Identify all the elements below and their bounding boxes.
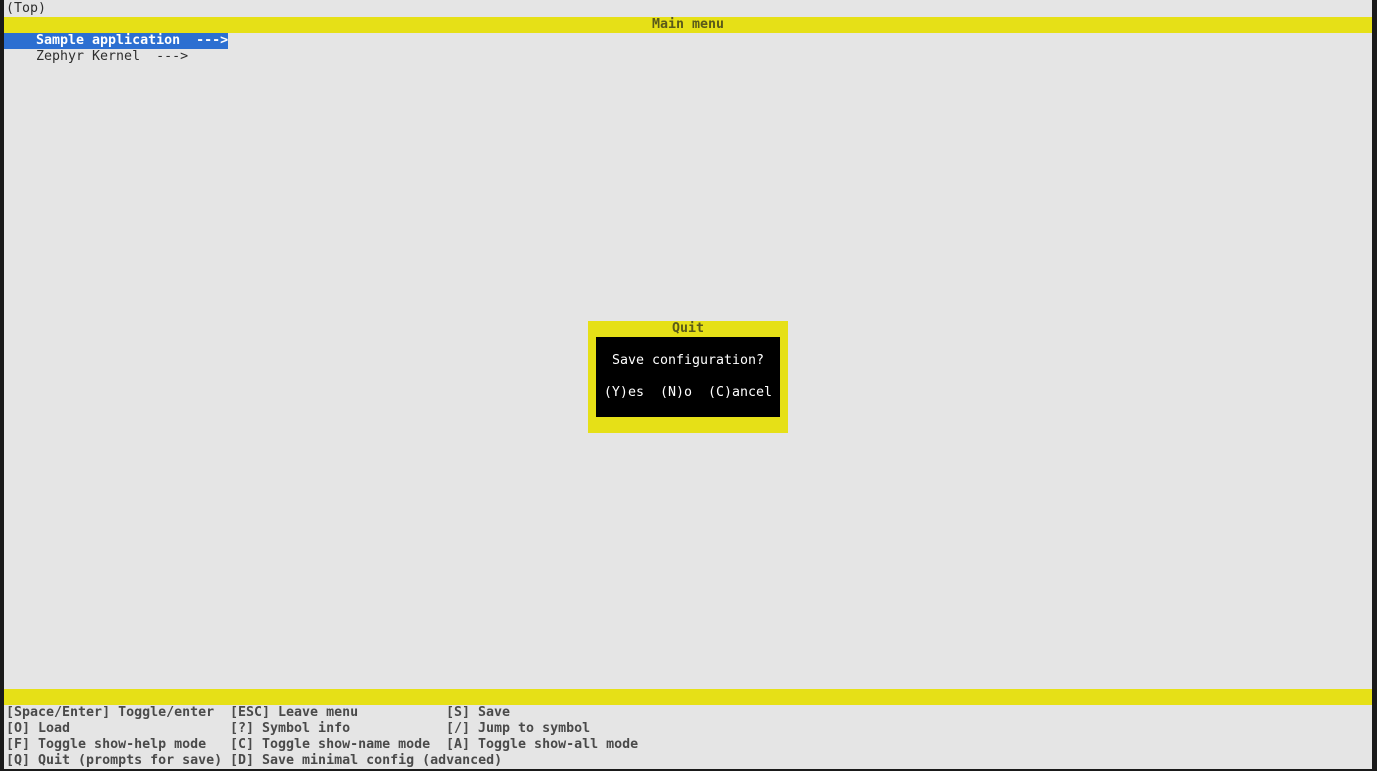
help-show-help-mode: [F] Toggle show-help mode bbox=[6, 737, 207, 752]
help-symbol-info: [?] Symbol info bbox=[230, 721, 351, 736]
help-show-all-mode: [A] Toggle show-all mode bbox=[446, 737, 639, 752]
help-separator-bar bbox=[4, 689, 1372, 705]
menu-path: (Top) bbox=[6, 1, 47, 16]
help-row: [Space/Enter] Toggle/enter [ESC] Leave m… bbox=[6, 705, 510, 721]
help-row: [Q] Quit (prompts for save) [D] Save min… bbox=[6, 753, 502, 769]
dialog-message: Save configuration? bbox=[611, 353, 765, 368]
dialog-options: (Y)es (N)o (C)ancel bbox=[596, 385, 780, 401]
dialog-title: Quit bbox=[671, 321, 705, 336]
help-leave-menu: [ESC] Leave menu bbox=[230, 705, 359, 720]
help-show-name-mode: [C] Toggle show-name mode bbox=[230, 737, 431, 752]
yes-option[interactable]: (Y)es bbox=[604, 385, 644, 400]
help-toggle-enter: [Space/Enter] Toggle/enter bbox=[6, 705, 215, 720]
terminal-window: (Top) Main menu Sample application ---> … bbox=[4, 0, 1372, 769]
menu-title-bar: Main menu bbox=[4, 17, 1372, 33]
menu-item-sample-application[interactable]: Sample application ---> bbox=[4, 33, 228, 49]
menu-item-zephyr-kernel[interactable]: Zephyr Kernel ---> bbox=[4, 49, 188, 65]
help-jump-to-symbol: [/] Jump to symbol bbox=[446, 721, 591, 736]
cancel-option[interactable]: (C)ancel bbox=[708, 385, 772, 400]
help-load: [O] Load bbox=[6, 721, 71, 736]
help-row: [F] Toggle show-help mode [C] Toggle sho… bbox=[6, 737, 638, 753]
quit-dialog: Quit Save configuration? (Y)es (N)o (C)a… bbox=[588, 321, 788, 433]
help-save-minimal-config: [D] Save minimal config (advanced) bbox=[230, 753, 503, 768]
help-save: [S] Save bbox=[446, 705, 511, 720]
no-option[interactable]: (N)o bbox=[660, 385, 692, 400]
dialog-body: Save configuration? (Y)es (N)o (C)ancel bbox=[596, 337, 780, 417]
help-row: [O] Load [?] Symbol info [/] Jump to sym… bbox=[6, 721, 590, 737]
help-quit: [Q] Quit (prompts for save) bbox=[6, 753, 223, 768]
